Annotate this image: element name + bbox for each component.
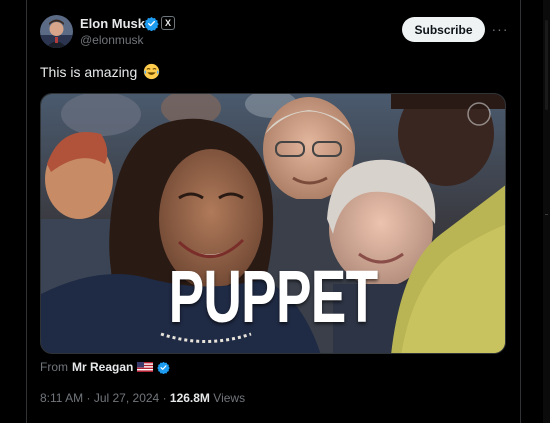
more-options-icon[interactable]: ··· (490, 20, 510, 38)
tweet-text: This is amazing (40, 63, 160, 80)
author-handle[interactable]: @elonmusk (80, 33, 144, 47)
tweet-media-image[interactable]: PUPPET (40, 93, 506, 354)
author-name[interactable]: Elon Musk (80, 16, 145, 31)
tweet-text-content: This is amazing (40, 64, 138, 80)
media-source: From Mr Reagan (40, 360, 171, 374)
verified-badge-icon (144, 16, 159, 31)
avatar[interactable] (40, 15, 73, 48)
right-edge-panel (543, 0, 550, 423)
subscribe-button[interactable]: Subscribe (402, 17, 485, 42)
tweet-time[interactable]: 8:11 AM (40, 391, 83, 405)
tweet-metadata: 8:11 AM · Jul 27, 2024 · 126.8M Views (40, 391, 245, 405)
views-count: 126.8M (169, 391, 210, 405)
views-label: Views (213, 391, 246, 405)
face-with-tears-of-joy-icon (144, 63, 160, 80)
separator: · (86, 391, 91, 405)
separator: · (162, 391, 167, 405)
us-flag-icon (137, 362, 154, 372)
tweet-date[interactable]: Jul 27, 2024 (94, 391, 159, 405)
x-affiliate-icon: X (161, 16, 175, 30)
column-divider-left (26, 0, 27, 423)
column-divider-right (520, 0, 521, 423)
verified-badge-icon (157, 361, 171, 374)
source-from-label: From (40, 360, 68, 374)
source-account-link[interactable]: Mr Reagan (72, 360, 133, 374)
media-caption: PUPPET (168, 255, 379, 338)
